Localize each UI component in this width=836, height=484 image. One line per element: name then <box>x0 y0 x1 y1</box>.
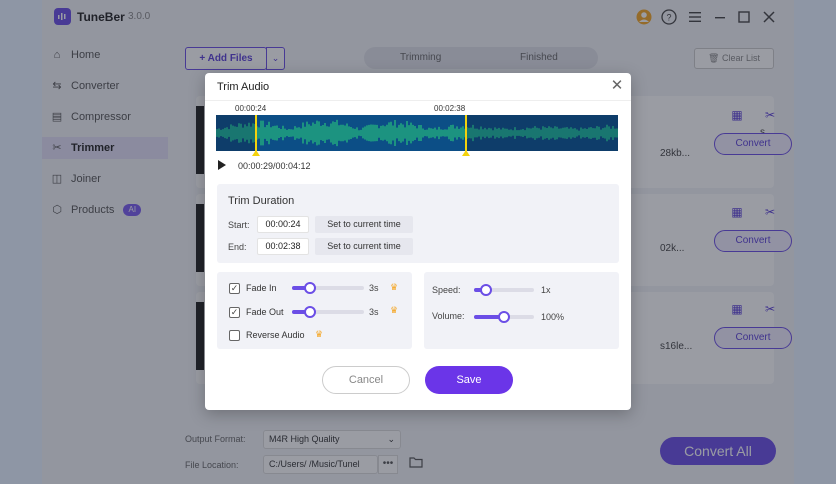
fade-out-label: Fade Out <box>246 307 284 317</box>
volume-slider[interactable] <box>474 311 534 323</box>
play-icon[interactable] <box>218 160 226 170</box>
playback-time: 00:00:29/00:04:12 <box>238 161 311 171</box>
end-time-input[interactable]: 00:02:38 <box>257 238 309 255</box>
fade-in-slider[interactable] <box>292 282 364 294</box>
start-marker-time: 00:00:24 <box>235 104 267 113</box>
end-marker-time: 00:02:38 <box>434 104 466 113</box>
waveform-graph <box>216 119 618 147</box>
fade-in-checkbox[interactable]: ✓ <box>229 283 240 294</box>
premium-crown-icon: ♛ <box>390 282 399 292</box>
cancel-button[interactable]: Cancel <box>322 366 410 394</box>
end-label: End: <box>228 242 247 252</box>
backdrop-right <box>794 0 836 484</box>
end-handle-marker-icon[interactable] <box>462 150 470 156</box>
playback-panel: Speed: 1x Volume: 100% <box>424 272 619 349</box>
speed-slider[interactable] <box>474 284 534 296</box>
premium-crown-icon: ♛ <box>390 305 399 315</box>
start-label: Start: <box>228 220 250 230</box>
volume-label: Volume: <box>432 311 465 321</box>
fade-out-value: 3s <box>369 307 379 317</box>
speed-label: Speed: <box>432 285 461 295</box>
trim-duration-title: Trim Duration <box>228 195 295 207</box>
premium-crown-icon: ♛ <box>315 329 324 339</box>
trim-duration-panel: Trim Duration Start: 00:00:24 Set to cur… <box>217 184 619 263</box>
close-icon[interactable]: ✕ <box>609 78 625 94</box>
start-handle[interactable] <box>255 115 257 151</box>
fade-out-slider[interactable] <box>292 306 364 318</box>
set-start-current-button[interactable]: Set to current time <box>315 216 413 233</box>
fade-in-label: Fade In <box>246 283 277 293</box>
trim-audio-dialog: Trim Audio ✕ 00:00:24 00:02:38 00:00:29/… <box>205 73 631 410</box>
start-time-input[interactable]: 00:00:24 <box>257 216 309 233</box>
reverse-audio-label: Reverse Audio <box>246 330 305 340</box>
fade-in-value: 3s <box>369 283 379 293</box>
reverse-audio-checkbox[interactable] <box>229 330 240 341</box>
effects-panel: ✓ Fade In 3s ♛ ✓ Fade Out 3s ♛ Reverse A… <box>217 272 412 349</box>
volume-value: 100% <box>541 312 565 322</box>
fade-out-checkbox[interactable]: ✓ <box>229 307 240 318</box>
backdrop-left <box>0 0 42 484</box>
divider <box>205 100 631 101</box>
speed-value: 1x <box>541 285 551 295</box>
dialog-title: Trim Audio <box>217 81 270 93</box>
start-handle-marker-icon[interactable] <box>252 150 260 156</box>
waveform[interactable] <box>216 115 618 151</box>
save-button[interactable]: Save <box>425 366 513 394</box>
set-end-current-button[interactable]: Set to current time <box>315 238 413 255</box>
end-handle[interactable] <box>465 115 467 151</box>
